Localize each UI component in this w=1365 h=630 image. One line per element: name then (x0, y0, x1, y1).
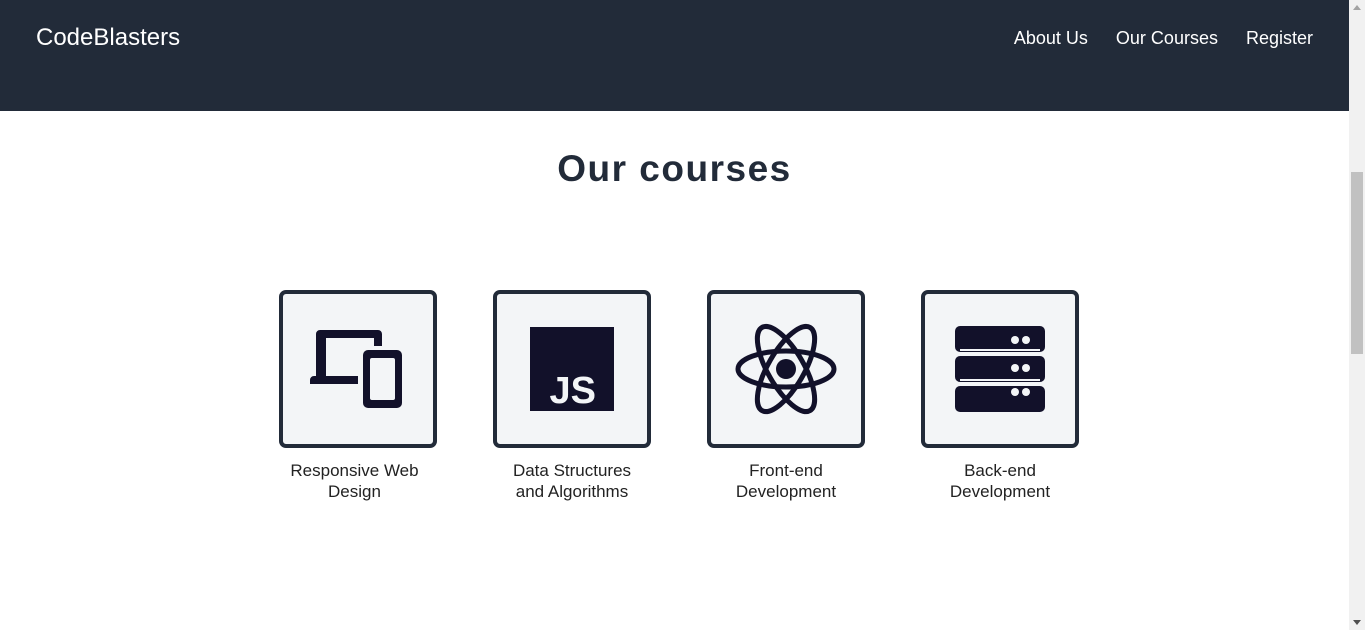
course-label: Front-end Development (735, 461, 837, 501)
nav-link-our-courses[interactable]: Our Courses (1116, 27, 1218, 49)
course-label: Responsive Web Design (290, 461, 419, 501)
course-card[interactable] (707, 290, 865, 448)
svg-text:JS: JS (550, 370, 596, 411)
course-back-end[interactable]: Back-end Development (921, 290, 1079, 502)
course-label: Data Structures and Algorithms (512, 461, 632, 501)
server-icon (955, 326, 1045, 412)
scroll-up-arrow-icon[interactable] (1353, 5, 1361, 10)
vertical-scrollbar[interactable] (1349, 0, 1365, 630)
course-card[interactable]: JS (493, 290, 651, 448)
course-label: Back-end Development (949, 461, 1051, 501)
nav-links: About Us Our Courses Register (1014, 27, 1313, 49)
course-card[interactable] (921, 290, 1079, 448)
page: CodeBlasters About Us Our Courses Regist… (0, 0, 1349, 630)
javascript-icon: JS (530, 327, 614, 411)
scrollbar-thumb[interactable] (1351, 172, 1363, 354)
scroll-down-arrow-icon[interactable] (1353, 620, 1361, 625)
nav-link-register[interactable]: Register (1246, 27, 1313, 49)
course-list: Responsive Web Design JS Data Structures… (279, 290, 1079, 502)
responsive-devices-icon (310, 330, 402, 408)
react-atom-icon (735, 323, 837, 415)
course-card[interactable] (279, 290, 437, 448)
navbar: CodeBlasters About Us Our Courses Regist… (0, 0, 1349, 111)
course-front-end[interactable]: Front-end Development (707, 290, 865, 502)
nav-link-about-us[interactable]: About Us (1014, 27, 1088, 49)
course-data-structures[interactable]: JS Data Structures and Algorithms (493, 290, 651, 502)
brand-logo[interactable]: CodeBlasters (36, 24, 180, 52)
section-title: Our courses (557, 148, 792, 189)
course-responsive-web-design[interactable]: Responsive Web Design (279, 290, 437, 502)
